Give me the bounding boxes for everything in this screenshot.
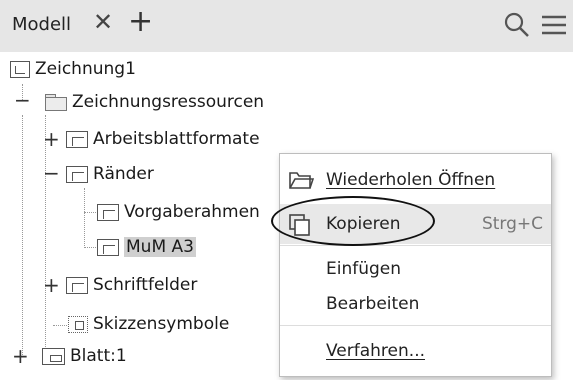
- tree-node-sheet-formats[interactable]: Arbeitsblattformate: [66, 125, 260, 153]
- menu-separator: [280, 325, 551, 326]
- menu-item-copy[interactable]: Kopieren Strg+C: [280, 204, 551, 244]
- tree-node-resources[interactable]: Zeichnungsressourcen: [45, 88, 264, 116]
- tree-connector: [84, 212, 96, 213]
- tree-label: Zeichnung1: [35, 59, 136, 79]
- hamburger-menu-icon[interactable]: [541, 13, 567, 41]
- border-icon: [97, 238, 119, 256]
- close-tab-icon[interactable]: ✕: [93, 10, 113, 34]
- sketch-symbol-icon: [68, 315, 88, 333]
- drawing-icon: [10, 60, 30, 78]
- tree-node-sheet[interactable]: Blatt:1: [42, 342, 127, 370]
- open-folder-icon: [288, 169, 315, 196]
- tree-connector: [84, 247, 96, 248]
- tree-node-sketch-symbols[interactable]: Skizzensymbole: [68, 310, 229, 338]
- menu-item-label: Kopieren: [326, 214, 401, 234]
- tree-label-selected: MuM A3: [124, 237, 196, 257]
- menu-item-procedure[interactable]: Verfahren...: [280, 331, 551, 371]
- menu-item-label: Bearbeiten: [326, 294, 420, 314]
- tree-node-borders[interactable]: Ränder: [66, 160, 154, 188]
- menu-item-label: Einfügen: [326, 259, 402, 279]
- collapse-toggle[interactable]: −: [43, 163, 60, 183]
- add-tab-icon[interactable]: +: [128, 7, 153, 37]
- tree-connector: [53, 325, 67, 326]
- tree-label: Skizzensymbole: [93, 314, 230, 334]
- menu-item-shortcut: Strg+C: [481, 214, 543, 234]
- tree-node-default-frame[interactable]: Vorgaberahmen: [97, 198, 260, 226]
- menu-separator: [280, 245, 551, 246]
- collapse-toggle[interactable]: −: [14, 90, 31, 110]
- tree-label: Zeichnungsressourcen: [72, 92, 265, 112]
- tree-label: Schriftfelder: [93, 275, 198, 295]
- tree-node-root[interactable]: Zeichnung1: [10, 55, 136, 83]
- tree-label: Arbeitsblattformate: [93, 129, 260, 149]
- context-menu: Wiederholen Öffnen Kopieren Strg+C Einfü…: [279, 153, 552, 377]
- tree-label: Vorgaberahmen: [124, 202, 260, 222]
- sheet-format-icon: [66, 130, 88, 148]
- tree-connector: [84, 188, 85, 246]
- menu-item-label: Verfahren...: [326, 341, 425, 361]
- tab-modell[interactable]: Modell: [12, 14, 71, 35]
- tree-label: Ränder: [93, 164, 154, 184]
- title-block-icon: [66, 276, 88, 294]
- menu-item-paste[interactable]: Einfügen: [280, 249, 551, 289]
- expand-toggle[interactable]: +: [43, 275, 60, 295]
- tree-node-mum-a3[interactable]: MuM A3: [97, 233, 196, 261]
- copy-icon: [288, 213, 314, 242]
- border-icon: [97, 203, 119, 221]
- border-folder-icon: [66, 165, 88, 183]
- expand-toggle[interactable]: +: [43, 129, 60, 149]
- menu-item-repeat-open[interactable]: Wiederholen Öffnen: [280, 160, 551, 200]
- tree-label: Blatt:1: [70, 346, 127, 366]
- tree-node-title-blocks[interactable]: Schriftfelder: [66, 271, 197, 299]
- browser-header: Modell ✕ +: [0, 0, 573, 52]
- tree-connector: [22, 115, 23, 355]
- search-icon[interactable]: [504, 12, 530, 42]
- folder-icon: [45, 93, 67, 111]
- expand-toggle[interactable]: +: [12, 346, 29, 366]
- menu-item-edit[interactable]: Bearbeiten: [280, 284, 551, 324]
- sheet-icon: [42, 347, 65, 365]
- menu-item-label: Wiederholen Öffnen: [326, 170, 496, 190]
